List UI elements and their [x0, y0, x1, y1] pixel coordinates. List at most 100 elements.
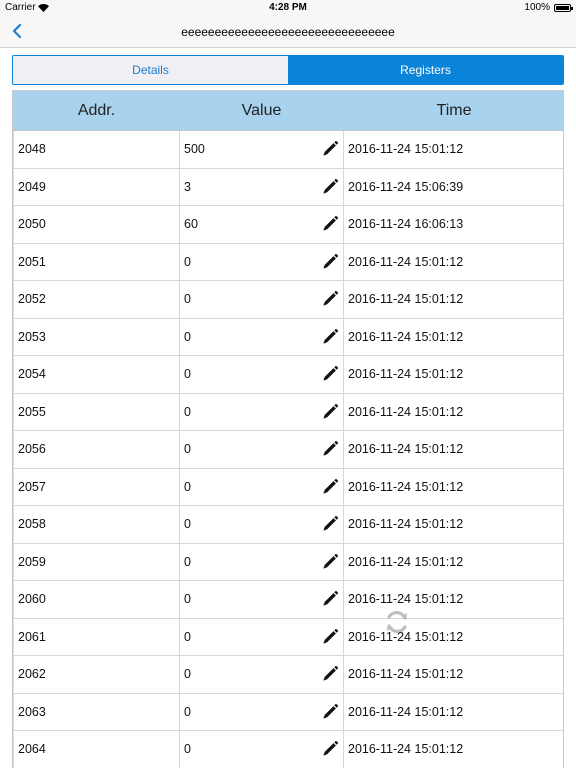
column-header-value: Value	[179, 90, 344, 131]
time-cell: 2016-11-24 15:01:12	[343, 242, 563, 281]
value-cell: 0	[179, 542, 344, 581]
value-cell: 0	[179, 280, 344, 319]
time-cell: 2016-11-24 15:01:12	[343, 655, 563, 694]
table-row: 2060 0 2016-11-24 15:01:12	[13, 580, 563, 619]
time-cell: 2016-11-24 15:01:12	[343, 542, 563, 581]
addr-cell: 2060	[13, 580, 180, 619]
status-bar: Carrier 4:28 PM 100%	[0, 0, 576, 16]
value-cell: 0	[179, 505, 344, 544]
table-row: 2050 60 2016-11-24 16:06:13	[13, 205, 563, 244]
table-row: 2051 0 2016-11-24 15:01:12	[13, 242, 563, 281]
value-cell: 0	[179, 617, 344, 656]
value-text: 60	[184, 217, 198, 232]
table-row: 2055 0 2016-11-24 15:01:12	[13, 392, 563, 431]
pencil-icon[interactable]	[321, 703, 339, 721]
status-time: 4:28 PM	[269, 2, 307, 13]
pencil-icon[interactable]	[321, 328, 339, 346]
time-cell: 2016-11-24 15:01:12	[343, 730, 563, 768]
pencil-icon[interactable]	[321, 478, 339, 496]
time-cell: 2016-11-24 15:01:12	[343, 355, 563, 394]
pencil-icon[interactable]	[321, 440, 339, 458]
addr-cell: 2062	[13, 655, 180, 694]
time-cell: 2016-11-24 15:01:12	[343, 430, 563, 469]
registers-table-container[interactable]: Addr. Value Time 2048 500 2016-11-24 15:01…	[12, 90, 564, 768]
pencil-icon[interactable]	[321, 553, 339, 571]
value-cell: 0	[179, 242, 344, 281]
time-cell: 2016-11-24 15:01:12	[343, 280, 563, 319]
pencil-icon[interactable]	[321, 590, 339, 608]
addr-cell: 2048	[13, 130, 180, 169]
pencil-icon[interactable]	[321, 290, 339, 308]
value-text: 0	[184, 629, 191, 644]
value-cell: 0	[179, 580, 344, 619]
column-header-time: Time	[343, 90, 563, 131]
table-row: 2058 0 2016-11-24 15:01:12	[13, 505, 563, 544]
table-row: 2048 500 2016-11-24 15:01:12	[13, 130, 563, 169]
pencil-icon[interactable]	[321, 178, 339, 196]
table-row: 2064 0 2016-11-24 15:01:12	[13, 730, 563, 768]
time-cell: 2016-11-24 15:01:12	[343, 580, 563, 619]
addr-cell: 2057	[13, 467, 180, 506]
pencil-icon[interactable]	[321, 740, 339, 758]
value-cell: 0	[179, 730, 344, 768]
value-text: 0	[184, 442, 191, 457]
pencil-icon[interactable]	[321, 515, 339, 533]
table-header-row: Addr. Value Time	[13, 90, 563, 131]
pencil-icon[interactable]	[321, 403, 339, 421]
pencil-icon[interactable]	[321, 628, 339, 646]
time-cell: 2016-11-24 15:01:12	[343, 130, 563, 169]
value-cell: 60	[179, 205, 344, 244]
addr-cell: 2058	[13, 505, 180, 544]
value-text: 0	[184, 742, 191, 757]
table-row: 2062 0 2016-11-24 15:01:12	[13, 655, 563, 694]
table-row: 2052 0 2016-11-24 15:01:12	[13, 280, 563, 319]
table-row: 2056 0 2016-11-24 15:01:12	[13, 430, 563, 469]
value-text: 0	[184, 554, 191, 569]
value-cell: 0	[179, 392, 344, 431]
page-title: eeeeeeeeeeeeeeeeeeeeeeeeeeeeeeee	[181, 25, 395, 39]
time-cell: 2016-11-24 15:01:12	[343, 505, 563, 544]
time-cell: 2016-11-24 16:06:13	[343, 205, 563, 244]
pencil-icon[interactable]	[321, 365, 339, 383]
addr-cell: 2050	[13, 205, 180, 244]
value-text: 500	[184, 142, 205, 157]
column-header-addr: Addr.	[13, 90, 180, 131]
pencil-icon[interactable]	[321, 665, 339, 683]
value-text: 0	[184, 292, 191, 307]
tab-registers[interactable]: Registers	[288, 56, 563, 84]
battery-percent: 100%	[524, 2, 550, 13]
addr-cell: 2059	[13, 542, 180, 581]
value-text: 0	[184, 704, 191, 719]
time-cell: 2016-11-24 15:01:12	[343, 317, 563, 356]
addr-cell: 2052	[13, 280, 180, 319]
value-text: 0	[184, 667, 191, 682]
value-cell: 0	[179, 655, 344, 694]
tab-details[interactable]: Details	[13, 56, 288, 84]
table-row: 2054 0 2016-11-24 15:01:12	[13, 355, 563, 394]
addr-cell: 2063	[13, 692, 180, 731]
addr-cell: 2049	[13, 167, 180, 206]
value-text: 0	[184, 592, 191, 607]
value-text: 0	[184, 254, 191, 269]
addr-cell: 2053	[13, 317, 180, 356]
pencil-icon[interactable]	[321, 215, 339, 233]
time-cell: 2016-11-24 15:01:12	[343, 467, 563, 506]
value-text: 0	[184, 404, 191, 419]
value-cell: 500	[179, 130, 344, 169]
value-text: 3	[184, 179, 191, 194]
addr-cell: 2061	[13, 617, 180, 656]
table-row: 2061 0 2016-11-24 15:01:12	[13, 617, 563, 656]
refresh-icon	[387, 611, 407, 633]
pencil-icon[interactable]	[321, 253, 339, 271]
value-text: 0	[184, 367, 191, 382]
table-row: 2049 3 2016-11-24 15:06:39	[13, 167, 563, 206]
navigation-bar: eeeeeeeeeeeeeeeeeeeeeeeeeeeeeeee	[0, 16, 576, 48]
table-row: 2063 0 2016-11-24 15:01:12	[13, 692, 563, 731]
value-text: 0	[184, 479, 191, 494]
value-cell: 0	[179, 692, 344, 731]
pencil-icon[interactable]	[321, 140, 339, 158]
time-cell: 2016-11-24 15:01:12	[343, 617, 563, 656]
time-cell: 2016-11-24 15:06:39	[343, 167, 563, 206]
addr-cell: 2051	[13, 242, 180, 281]
value-cell: 0	[179, 355, 344, 394]
